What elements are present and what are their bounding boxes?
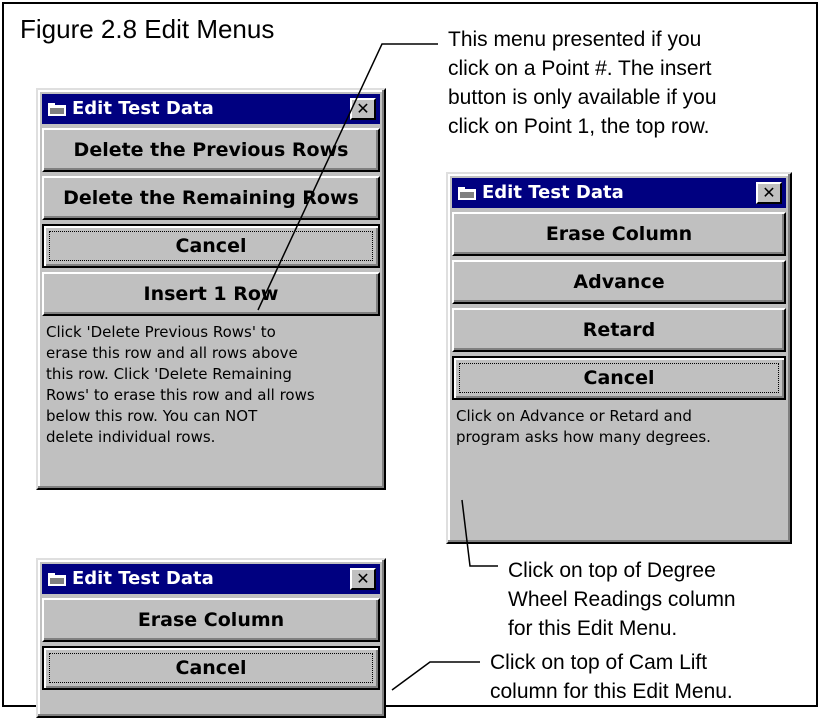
leader-line-point-menu (257, 43, 438, 311)
leader-line-cam-lift (391, 661, 480, 691)
callout-lines (257, 43, 498, 691)
leader-line-degree-wheel (461, 499, 498, 567)
